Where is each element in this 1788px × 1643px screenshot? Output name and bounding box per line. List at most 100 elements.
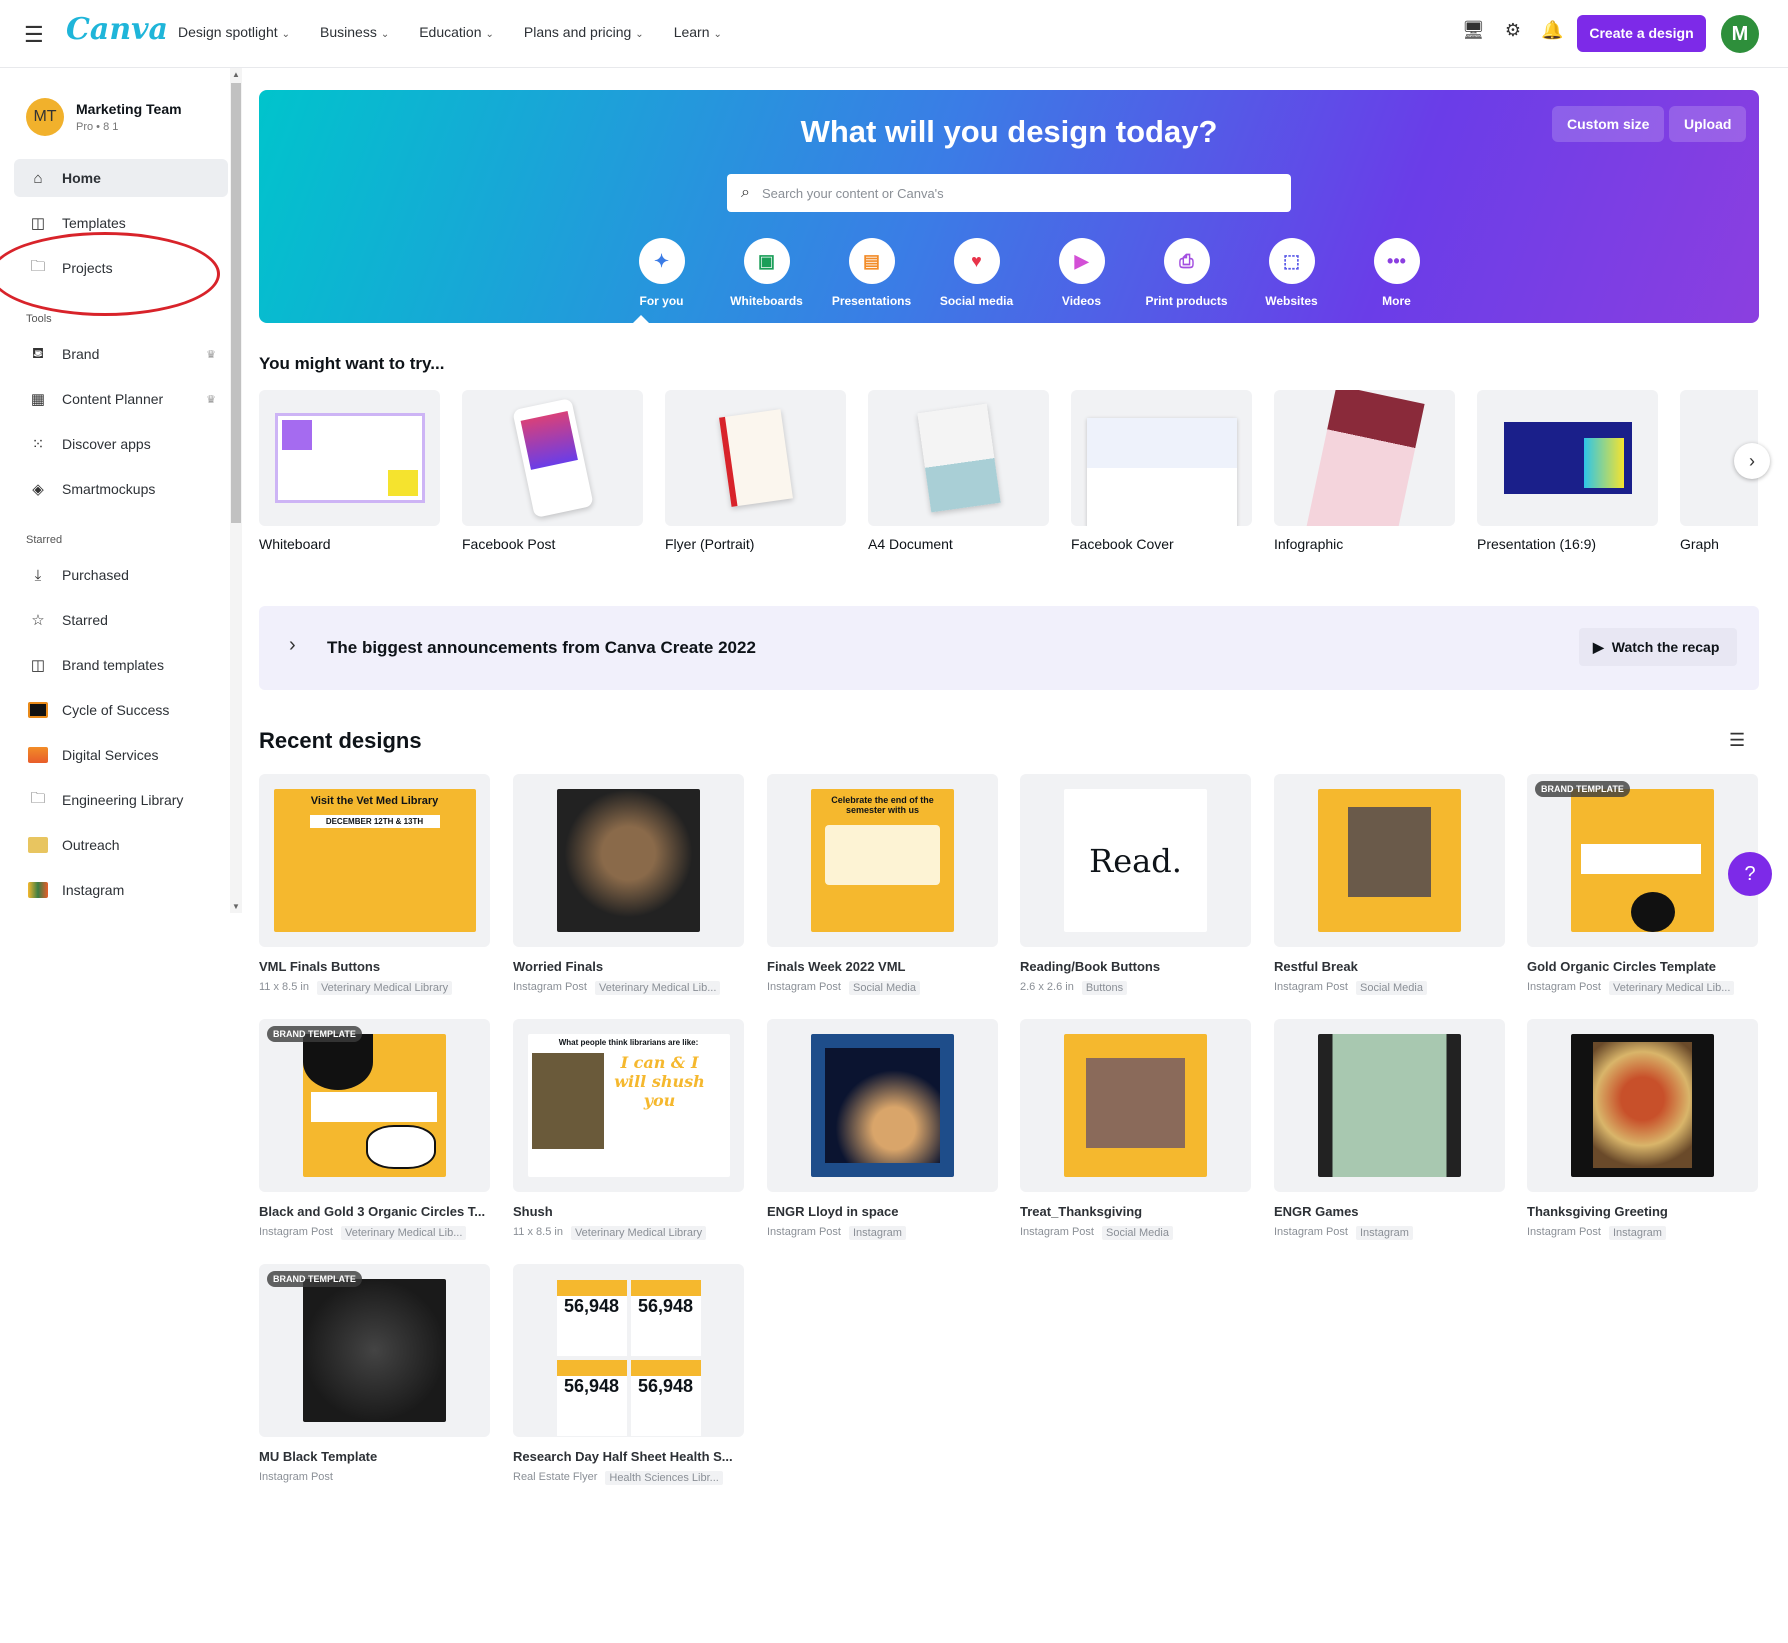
apps-grid-icon: ⁙	[31, 436, 45, 453]
design-card[interactable]: What people think librarians are like: I…	[513, 1019, 744, 1240]
design-card[interactable]: Thanksgiving Greeting Instagram Post Inst…	[1527, 1019, 1758, 1240]
try-card-whiteboard[interactable]: Whiteboard	[259, 390, 440, 552]
sidebar-item-brand[interactable]: ⛾ Brand ♛	[14, 335, 228, 373]
nav-plans-pricing[interactable]: Plans and pricing ⌄	[524, 24, 644, 40]
whiteboard-icon: ▣	[743, 238, 790, 284]
folder-tag[interactable]: Veterinary Medical Lib...	[594, 981, 721, 995]
nav-design-spotlight[interactable]: Design spotlight ⌄	[178, 24, 290, 40]
design-card[interactable]: BRAND TEMPLATE Gold Organic Circles Temp…	[1527, 774, 1758, 995]
announcement-banner[interactable]: › The biggest announcements from Canva C…	[259, 606, 1759, 690]
folder-tag[interactable]: Veterinary Medical Lib...	[340, 1226, 467, 1240]
scroll-down-icon[interactable]: ▼	[232, 902, 240, 911]
design-meta: Instagram Post Veterinary Medical Lib...	[259, 1226, 490, 1240]
sidebar-item-digital-services[interactable]: Digital Services	[14, 736, 228, 774]
sidebar-item-outreach[interactable]: Outreach	[14, 826, 228, 864]
sidebar-item-content-planner[interactable]: ▦ Content Planner ♛	[14, 380, 228, 418]
preview-title: Visit the Vet Med Library	[310, 795, 439, 807]
canva-logo[interactable]: Canva	[66, 12, 168, 47]
user-avatar[interactable]: M	[1721, 15, 1759, 53]
help-button[interactable]: ?	[1728, 852, 1772, 896]
folder-tag[interactable]: Social Media	[848, 981, 920, 995]
design-meta: Instagram Post Instagram	[1274, 1226, 1505, 1240]
gear-icon[interactable]: ⚙	[1505, 20, 1521, 41]
category-for-you[interactable]: ✦ For you	[609, 238, 714, 308]
team-avatar: MT	[26, 98, 64, 136]
nav-business[interactable]: Business ⌄	[320, 24, 389, 40]
chevron-right-icon[interactable]: ›	[289, 634, 296, 657]
search-bar[interactable]: ⌕	[727, 174, 1291, 212]
try-card-facebook-post[interactable]: Facebook Post	[462, 390, 643, 552]
sidebar-item-purchased[interactable]: ⤓ Purchased	[14, 556, 228, 594]
folder-tag[interactable]: Instagram	[1355, 1226, 1413, 1240]
design-card[interactable]: Restful Break Instagram Post Social Media	[1274, 774, 1505, 995]
preview-title: What people think librarians are like:	[558, 1038, 699, 1047]
hero-banner: What will you design today? Custom size …	[259, 90, 1759, 323]
folder-tag[interactable]: Social Media	[1355, 981, 1427, 995]
custom-size-button[interactable]: Custom size	[1552, 106, 1665, 142]
design-card[interactable]: Read. Reading/Book Buttons 2.6 x 2.6 in B…	[1020, 774, 1251, 995]
try-label: Whiteboard	[259, 536, 331, 552]
design-card[interactable]: 56,948 56,948 56,948 56,948 Research Day…	[513, 1264, 744, 1485]
scroll-thumb[interactable]	[231, 83, 241, 523]
try-card-a4-document[interactable]: A4 Document	[868, 390, 1049, 552]
design-card[interactable]: Visit the Vet Med Library DECEMBER 12TH …	[259, 774, 490, 995]
category-more[interactable]: ••• More	[1344, 238, 1449, 308]
scroll-up-icon[interactable]: ▲	[232, 70, 240, 79]
category-whiteboards[interactable]: ▣ Whiteboards	[714, 238, 819, 308]
folder-tag[interactable]: Social Media	[1101, 1226, 1173, 1240]
nav-education[interactable]: Education ⌄	[419, 24, 494, 40]
menu-icon[interactable]: ☰	[24, 22, 44, 48]
folder-thumb-icon	[28, 835, 48, 855]
try-card-facebook-cover[interactable]: Facebook Cover	[1071, 390, 1252, 552]
design-card[interactable]: BRAND TEMPLATE Black and Gold 3 Organic …	[259, 1019, 490, 1240]
search-input[interactable]	[761, 185, 1242, 201]
list-view-icon[interactable]: ☰	[1729, 730, 1745, 751]
category-print-products[interactable]: ⎙ Print products	[1134, 238, 1239, 308]
folder-tag[interactable]: Instagram	[1608, 1226, 1666, 1240]
category-websites[interactable]: ⬚ Websites	[1239, 238, 1344, 308]
design-meta: 2.6 x 2.6 in Buttons	[1020, 981, 1251, 995]
folder-tag[interactable]: Buttons	[1081, 981, 1128, 995]
try-card-presentation[interactable]: Presentation (16:9)	[1477, 390, 1658, 552]
desktop-icon[interactable]: 🖥	[1462, 20, 1485, 41]
try-card-infographic[interactable]: Infographic	[1274, 390, 1455, 552]
sidebar-item-engineering-library[interactable]: 🗀 Engineering Library	[14, 781, 228, 819]
design-card[interactable]: Celebrate the end of the semester with u…	[767, 774, 998, 995]
category-presentations[interactable]: ▤ Presentations	[819, 238, 924, 308]
nav-learn[interactable]: Learn ⌄	[674, 24, 722, 40]
sidebar-item-smartmockups[interactable]: ◈ Smartmockups	[14, 470, 228, 508]
sidebar-scrollbar[interactable]: ▲ ▼	[230, 68, 242, 913]
upload-button[interactable]: Upload	[1669, 106, 1747, 142]
folder-tag[interactable]: Instagram	[848, 1226, 906, 1240]
design-meta: 11 x 8.5 in Veterinary Medical Library	[513, 1226, 744, 1240]
design-thumb: BRAND TEMPLATE	[259, 1019, 490, 1192]
try-label: Flyer (Portrait)	[665, 536, 755, 552]
design-preview	[303, 1279, 446, 1422]
design-card[interactable]: Worried Finals Instagram Post Veterinary …	[513, 774, 744, 995]
design-card[interactable]: Treat_Thanksgiving Instagram Post Social …	[1020, 1019, 1251, 1240]
star-icon: ☆	[31, 612, 45, 629]
design-meta: Real Estate Flyer Health Sciences Libr...	[513, 1471, 744, 1485]
folder-tag[interactable]: Health Sciences Libr...	[605, 1471, 723, 1485]
category-social-media[interactable]: ♥ Social media	[924, 238, 1029, 308]
sidebar-item-instagram[interactable]: Instagram	[14, 871, 228, 909]
try-card-flyer[interactable]: Flyer (Portrait)	[665, 390, 846, 552]
category-videos[interactable]: ▶ Videos	[1029, 238, 1134, 308]
sidebar-item-cycle-of-success[interactable]: Cycle of Success	[14, 691, 228, 729]
design-card[interactable]: BRAND TEMPLATE MU Black Template Instagr…	[259, 1264, 490, 1483]
sidebar-item-home[interactable]: ⌂ Home	[14, 159, 228, 197]
team-switcher[interactable]: MT Marketing Team Pro • 8 1	[26, 98, 182, 136]
carousel-next-button[interactable]: ›	[1734, 443, 1770, 479]
design-preview	[1064, 1034, 1207, 1177]
folder-tag[interactable]: Veterinary Medical Lib...	[1608, 981, 1735, 995]
create-design-button[interactable]: Create a design	[1577, 15, 1706, 52]
folder-tag[interactable]: Veterinary Medical Library	[570, 1226, 707, 1240]
sidebar-item-starred[interactable]: ☆ Starred	[14, 601, 228, 639]
bell-icon[interactable]: 🔔	[1541, 20, 1563, 41]
sidebar-item-brand-templates[interactable]: ◫ Brand templates	[14, 646, 228, 684]
design-card[interactable]: ENGR Games Instagram Post Instagram	[1274, 1019, 1505, 1240]
design-card[interactable]: ENGR Lloyd in space Instagram Post Instag…	[767, 1019, 998, 1240]
sidebar-item-discover-apps[interactable]: ⁙ Discover apps	[14, 425, 228, 463]
watch-recap-button[interactable]: ▶ Watch the recap	[1579, 628, 1737, 666]
folder-tag[interactable]: Veterinary Medical Library	[316, 981, 453, 995]
